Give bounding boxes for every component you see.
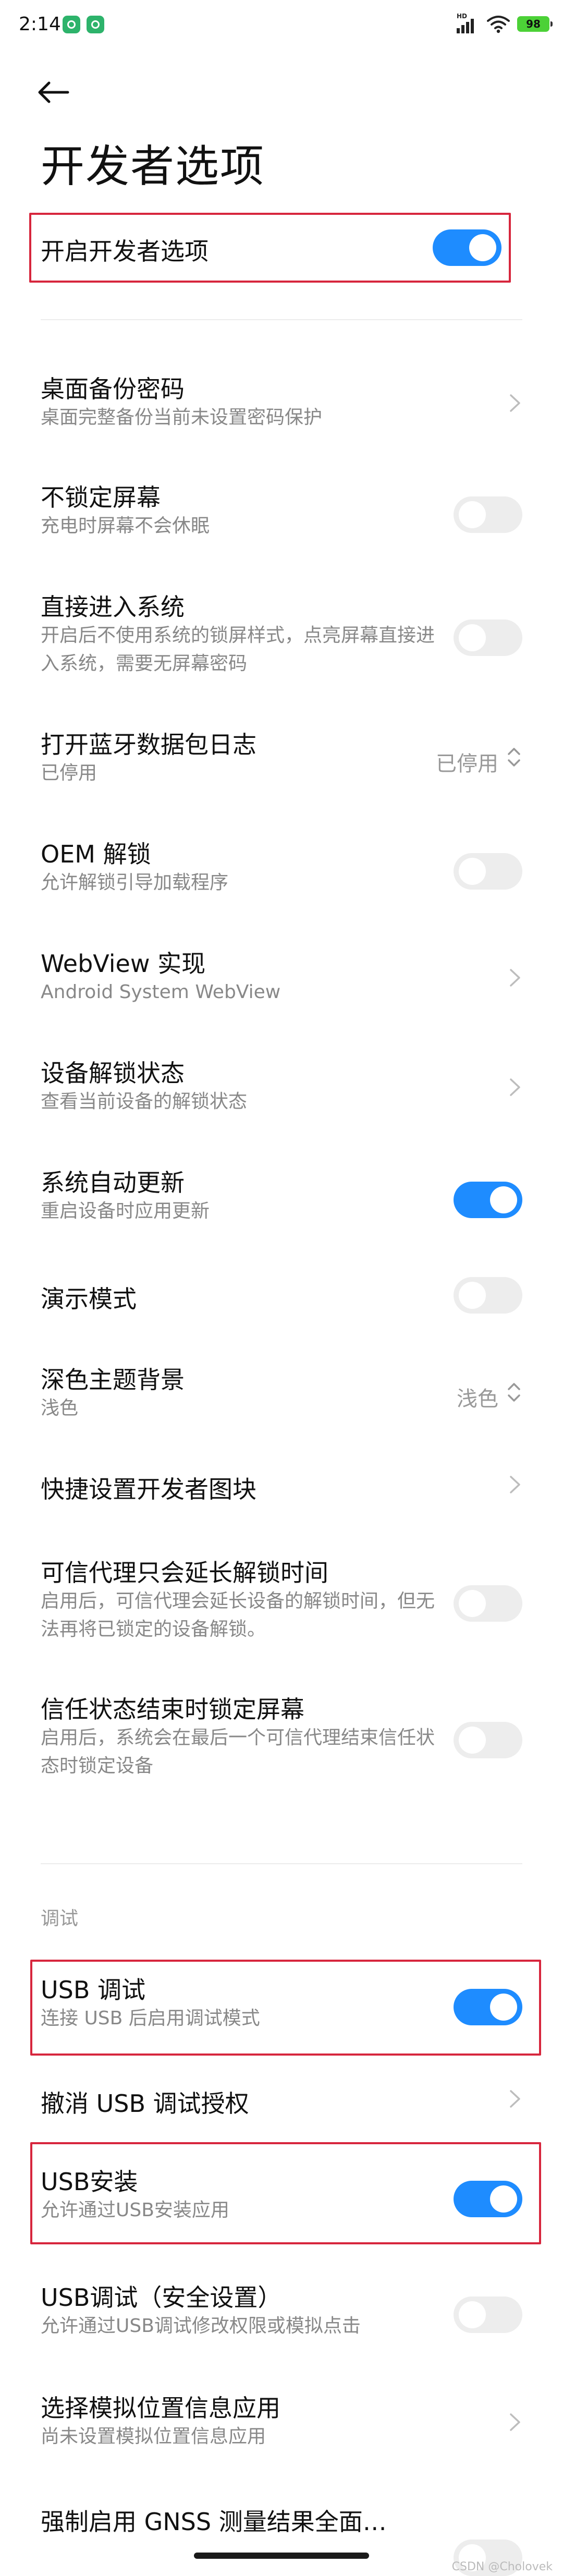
- setting-demo-mode[interactable]: 演示模式: [41, 1277, 522, 1327]
- setting-lock-on-trust-lost[interactable]: 信任状态结束时锁定屏幕 启用后，系统会在最后一个可信代理结束信任状态时锁定设备: [41, 1691, 522, 1795]
- row-subtitle: 允许解锁引导加载程序: [41, 872, 229, 893]
- row-subtitle: 查看当前设备的解锁状态: [41, 1091, 248, 1112]
- app-notification-icon: [63, 16, 80, 33]
- row-subtitle: 尚未设置模拟位置信息应用: [41, 2426, 266, 2447]
- status-time: 2:14: [19, 14, 61, 35]
- row-subtitle: 开启后不使用系统的锁屏样式，点亮屏幕直接进入系统，需要无屏幕密码: [41, 625, 435, 674]
- row-subtitle: 连接 USB 后启用调试模式: [41, 2008, 260, 2029]
- row-title: 选择模拟位置信息应用: [41, 2394, 280, 2422]
- chevron-right-icon: [510, 2413, 520, 2431]
- lock-on-trust-lost-toggle[interactable]: [454, 1722, 522, 1758]
- row-title: 不锁定屏幕: [41, 483, 161, 512]
- wifi-icon: [487, 16, 510, 33]
- divider: [41, 1863, 522, 1864]
- back-button[interactable]: [36, 70, 80, 114]
- row-subtitle: 浅色: [41, 1398, 79, 1419]
- setting-mock-location-app[interactable]: 选择模拟位置信息应用 尚未设置模拟位置信息应用: [41, 2389, 522, 2473]
- row-title: 强制启用 GNSS 测量结果全面…: [41, 2508, 387, 2536]
- developer-options-toggle[interactable]: [433, 229, 501, 266]
- row-title: USB 调试: [41, 1976, 146, 2004]
- row-title: 设备解锁状态: [41, 1059, 185, 1087]
- select-value: 浅色: [457, 1387, 498, 1411]
- setting-stay-awake[interactable]: 不锁定屏幕 充电时屏幕不会休眠: [41, 479, 522, 562]
- row-subtitle: 启用后，系统会在最后一个可信代理结束信任状态时锁定设备: [41, 1727, 435, 1777]
- row-title: 演示模式: [41, 1285, 137, 1313]
- direct-boot-toggle[interactable]: [454, 619, 522, 656]
- row-subtitle: 桌面完整备份当前未设置密码保护: [41, 407, 323, 428]
- row-title: OEM 解锁: [41, 840, 151, 868]
- page-title: 开发者选项: [41, 141, 265, 192]
- setting-usb-install[interactable]: USB安装 允许通过USB安装应用: [41, 2163, 522, 2236]
- setting-auto-system-update[interactable]: 系统自动更新 重启设备时应用更新: [41, 1164, 522, 1247]
- chevron-right-icon: [510, 1078, 520, 1096]
- setting-usb-debugging-security[interactable]: USB调试（安全设置） 允许通过USB调试修改权限或模拟点击: [41, 2279, 522, 2362]
- row-subtitle: 重启设备时应用更新: [41, 1200, 210, 1222]
- row-title: 可信代理只会延长解锁时间: [41, 1559, 328, 1587]
- row-title: 撤消 USB 调试授权: [41, 2089, 249, 2118]
- setting-trust-agents-extend-unlock[interactable]: 可信代理只会延长解锁时间 启用后，可信代理会延长设备的解锁时间，但无法再将已锁定…: [41, 1554, 522, 1658]
- battery-level: 98: [526, 18, 541, 30]
- setting-quick-settings-tiles[interactable]: 快捷设置开发者图块: [41, 1471, 522, 1517]
- chevron-right-icon: [510, 969, 520, 987]
- row-title: 深色主题背景: [41, 1366, 185, 1394]
- developer-options-master-row[interactable]: 开启开发者选项: [41, 214, 522, 282]
- setting-desktop-backup-password[interactable]: 桌面备份密码 桌面完整备份当前未设置密码保护: [41, 370, 522, 454]
- row-title: 开启开发者选项: [41, 237, 209, 265]
- row-subtitle: 启用后，可信代理会延长设备的解锁时间，但无法再将已锁定的设备解锁。: [41, 1590, 435, 1640]
- setting-direct-boot[interactable]: 直接进入系统 开启后不使用系统的锁屏样式，点亮屏幕直接进入系统，需要无屏幕密码: [41, 588, 522, 682]
- row-title: 快捷设置开发者图块: [41, 1475, 256, 1503]
- trust-agents-extend-toggle[interactable]: [454, 1585, 522, 1622]
- section-header-debug: 调试: [41, 1908, 79, 1929]
- chevron-right-icon: [510, 394, 520, 412]
- setting-webview-implementation[interactable]: WebView 实现 Android System WebView: [41, 945, 522, 1028]
- row-title: WebView 实现: [41, 950, 206, 978]
- row-title: 打开蓝牙数据包日志: [41, 731, 256, 759]
- setting-oem-unlock[interactable]: OEM 解锁 允许解锁引导加载程序: [41, 835, 522, 919]
- auto-update-toggle[interactable]: [454, 1182, 522, 1218]
- cellular-signal-icon: HD: [456, 13, 480, 34]
- up-down-arrow-icon: [508, 1383, 520, 1402]
- status-bar: 2:14 HD 98: [0, 0, 563, 52]
- usb-debugging-toggle[interactable]: [454, 1989, 522, 2025]
- row-title: 直接进入系统: [41, 593, 185, 621]
- select-value: 已停用: [436, 752, 498, 776]
- watermark: CSDN @Cholovek: [451, 2560, 553, 2573]
- row-title: USB安装: [41, 2168, 138, 2196]
- setting-force-gnss-measurements[interactable]: 强制启用 GNSS 测量结果全面…: [41, 2503, 522, 2576]
- row-subtitle: 允许通过USB调试修改权限或模拟点击: [41, 2315, 361, 2337]
- row-subtitle: 已停用: [41, 762, 97, 784]
- up-down-arrow-icon: [508, 748, 520, 767]
- row-title: USB调试（安全设置）: [41, 2283, 282, 2312]
- row-title: 信任状态结束时锁定屏幕: [41, 1695, 304, 1723]
- usb-debugging-security-toggle[interactable]: [454, 2296, 522, 2333]
- oem-unlock-toggle[interactable]: [454, 853, 522, 890]
- stay-awake-toggle[interactable]: [454, 496, 522, 533]
- row-subtitle: Android System WebView: [41, 981, 281, 1003]
- chevron-right-icon: [510, 1476, 520, 1493]
- demo-mode-toggle[interactable]: [454, 1277, 522, 1314]
- setting-dark-theme[interactable]: 深色主题背景 浅色 浅色: [41, 1361, 522, 1444]
- row-subtitle: 充电时屏幕不会休眠: [41, 515, 210, 537]
- setting-usb-debugging[interactable]: USB 调试 连接 USB 后启用调试模式: [41, 1971, 522, 2044]
- chevron-right-icon: [510, 2090, 520, 2108]
- divider: [41, 319, 522, 320]
- navigation-handle[interactable]: [194, 2553, 369, 2559]
- status-indicators: HD 98: [456, 13, 553, 34]
- row-title: 系统自动更新: [41, 1169, 185, 1197]
- row-title: 桌面备份密码: [41, 375, 185, 403]
- back-arrow-icon: [38, 81, 69, 103]
- usb-install-toggle[interactable]: [454, 2181, 522, 2217]
- setting-bluetooth-hci-log[interactable]: 打开蓝牙数据包日志 已停用 已停用: [41, 726, 522, 809]
- setting-device-unlock-status[interactable]: 设备解锁状态 查看当前设备的解锁状态: [41, 1054, 522, 1138]
- battery-icon: 98: [517, 16, 553, 32]
- row-subtitle: 允许通过USB安装应用: [41, 2200, 229, 2221]
- app-notification-icon: [87, 16, 104, 33]
- setting-revoke-usb-auth[interactable]: 撤消 USB 调试授权: [41, 2085, 522, 2132]
